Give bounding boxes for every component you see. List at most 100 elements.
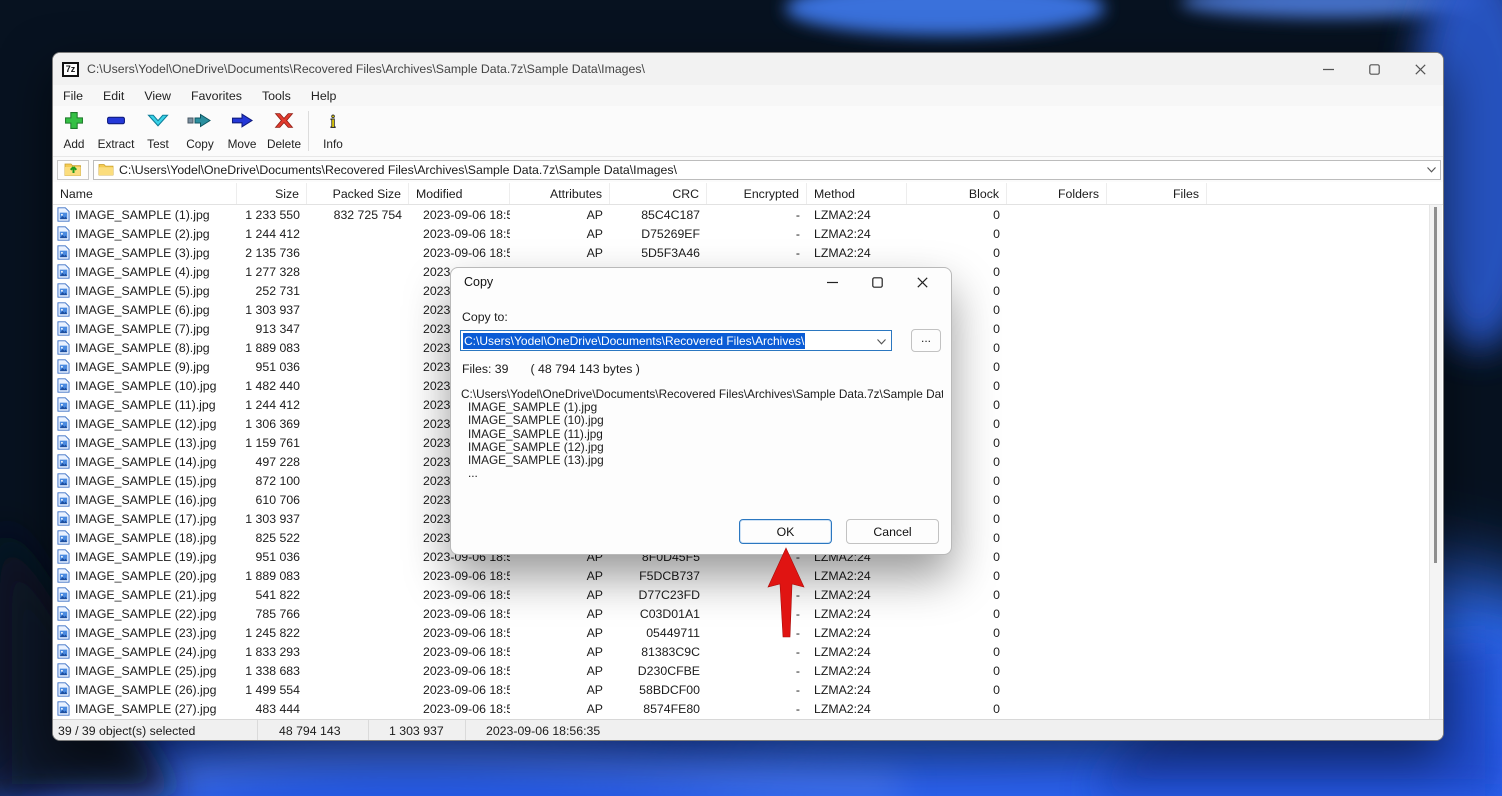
cell-name: IMAGE_SAMPLE (18).jpg bbox=[53, 528, 237, 547]
cell-files bbox=[1107, 319, 1207, 338]
cell-folders bbox=[1007, 471, 1107, 490]
file-row[interactable]: IMAGE_SAMPLE (1).jpg1 233 550832 725 754… bbox=[53, 205, 1431, 224]
dialog-minimize-icon[interactable] bbox=[810, 268, 855, 296]
cell-attr: AP bbox=[510, 661, 610, 680]
move-button[interactable]: Move bbox=[221, 108, 263, 154]
cell-files bbox=[1107, 338, 1207, 357]
red-arrow bbox=[760, 540, 812, 640]
combobox-chevron-icon[interactable] bbox=[877, 332, 886, 350]
address-input[interactable]: C:\Users\Yodel\OneDrive\Documents\Recove… bbox=[93, 160, 1441, 180]
cell-attr: AP bbox=[510, 680, 610, 699]
column-header-crc[interactable]: CRC bbox=[610, 183, 707, 204]
destination-path: C:\Users\Yodel\OneDrive\Documents\Recove… bbox=[463, 333, 805, 349]
menu-favorites[interactable]: Favorites bbox=[181, 87, 252, 105]
cell-packed bbox=[307, 642, 409, 661]
cell-attr: AP bbox=[510, 642, 610, 661]
cell-size: 1 889 083 bbox=[237, 338, 307, 357]
cell-crc: F5DCB737 bbox=[610, 566, 707, 585]
cell-files bbox=[1107, 452, 1207, 471]
cell-size: 1 244 412 bbox=[237, 395, 307, 414]
cell-block: 0 bbox=[907, 604, 1007, 623]
titlebar: 7z C:\Users\Yodel\OneDrive\Documents\Rec… bbox=[53, 53, 1443, 85]
cell-files bbox=[1107, 642, 1207, 661]
cell-files bbox=[1107, 604, 1207, 623]
toolbar-label: Test bbox=[147, 137, 169, 151]
close-icon[interactable] bbox=[1397, 53, 1443, 85]
jpg-file-icon bbox=[57, 606, 70, 621]
column-header-modified[interactable]: Modified bbox=[409, 183, 510, 204]
cancel-button[interactable]: Cancel bbox=[846, 519, 939, 544]
file-row[interactable]: IMAGE_SAMPLE (20).jpg1 889 0832023-09-06… bbox=[53, 566, 1431, 585]
file-row[interactable]: IMAGE_SAMPLE (22).jpg785 7662023-09-06 1… bbox=[53, 604, 1431, 623]
cell-crc: D230CFBE bbox=[610, 661, 707, 680]
test-button[interactable]: Test bbox=[137, 108, 179, 154]
column-header-packed-size[interactable]: Packed Size bbox=[307, 183, 409, 204]
menu-view[interactable]: View bbox=[134, 87, 181, 105]
column-header-block[interactable]: Block bbox=[907, 183, 1007, 204]
cell-method: LZMA2:24 bbox=[807, 243, 907, 262]
menu-help[interactable]: Help bbox=[301, 87, 346, 105]
column-header-encrypted[interactable]: Encrypted bbox=[707, 183, 807, 204]
browse-button[interactable]: ... bbox=[911, 329, 941, 352]
file-row[interactable]: IMAGE_SAMPLE (3).jpg2 135 7362023-09-06 … bbox=[53, 243, 1431, 262]
file-row[interactable]: IMAGE_SAMPLE (27).jpg483 4442023-09-06 1… bbox=[53, 699, 1431, 718]
column-header-folders[interactable]: Folders bbox=[1007, 183, 1107, 204]
menu-edit[interactable]: Edit bbox=[93, 87, 134, 105]
cell-attr: AP bbox=[510, 224, 610, 243]
jpg-file-icon bbox=[57, 568, 70, 583]
file-row[interactable]: IMAGE_SAMPLE (21).jpg541 8222023-09-06 1… bbox=[53, 585, 1431, 604]
destination-combobox[interactable]: C:\Users\Yodel\OneDrive\Documents\Recove… bbox=[460, 330, 892, 351]
menu-bar: FileEditViewFavoritesToolsHelp bbox=[53, 85, 1443, 106]
file-row[interactable]: IMAGE_SAMPLE (2).jpg1 244 4122023-09-06 … bbox=[53, 224, 1431, 243]
jpg-file-icon bbox=[57, 511, 70, 526]
jpg-file-icon bbox=[57, 340, 70, 355]
file-row[interactable]: IMAGE_SAMPLE (25).jpg1 338 6832023-09-06… bbox=[53, 661, 1431, 680]
add-button[interactable]: Add bbox=[53, 108, 95, 154]
copy-list-item: IMAGE_SAMPLE (11).jpg bbox=[461, 428, 943, 441]
minimize-icon[interactable] bbox=[1305, 53, 1351, 85]
cell-block: 0 bbox=[907, 661, 1007, 680]
files-to-copy-list: C:\Users\Yodel\OneDrive\Documents\Recove… bbox=[461, 388, 943, 480]
maximize-icon[interactable] bbox=[1351, 53, 1397, 85]
scrollbar-thumb[interactable] bbox=[1434, 207, 1437, 563]
cell-encrypted: - bbox=[707, 642, 807, 661]
copy-button[interactable]: Copy bbox=[179, 108, 221, 154]
cell-size: 785 766 bbox=[237, 604, 307, 623]
dialog-maximize-icon[interactable] bbox=[855, 268, 900, 296]
dialog-close-icon[interactable] bbox=[900, 268, 945, 296]
cell-block: 0 bbox=[907, 205, 1007, 224]
menu-tools[interactable]: Tools bbox=[252, 87, 301, 105]
move-icon bbox=[229, 111, 255, 135]
cell-encrypted: - bbox=[707, 680, 807, 699]
cell-packed bbox=[307, 281, 409, 300]
cell-size: 1 233 550 bbox=[237, 205, 307, 224]
test-icon bbox=[145, 111, 171, 135]
column-header-name[interactable]: Name bbox=[53, 183, 237, 204]
info-button[interactable]: iInfo bbox=[312, 108, 354, 154]
add-icon bbox=[61, 111, 87, 135]
cell-size: 1 303 937 bbox=[237, 509, 307, 528]
column-header-method[interactable]: Method bbox=[807, 183, 907, 204]
file-row[interactable]: IMAGE_SAMPLE (26).jpg1 499 5542023-09-06… bbox=[53, 680, 1431, 699]
extract-button[interactable]: Extract bbox=[95, 108, 137, 154]
address-dropdown-chevron-icon[interactable] bbox=[1422, 167, 1440, 173]
folder-up-button[interactable] bbox=[57, 160, 89, 180]
column-header-size[interactable]: Size bbox=[237, 183, 307, 204]
cell-size: 1 159 761 bbox=[237, 433, 307, 452]
cell-encrypted: - bbox=[707, 699, 807, 718]
file-row[interactable]: IMAGE_SAMPLE (24).jpg1 833 2932023-09-06… bbox=[53, 642, 1431, 661]
vertical-scrollbar[interactable] bbox=[1429, 205, 1442, 719]
cell-folders bbox=[1007, 528, 1107, 547]
desktop-wallpaper: 7z C:\Users\Yodel\OneDrive\Documents\Rec… bbox=[0, 0, 1502, 796]
cell-files bbox=[1107, 509, 1207, 528]
file-row[interactable]: IMAGE_SAMPLE (23).jpg1 245 8222023-09-06… bbox=[53, 623, 1431, 642]
menu-file[interactable]: File bbox=[53, 87, 93, 105]
cell-modified: 2023-09-06 18:56 bbox=[409, 680, 510, 699]
column-header-files[interactable]: Files bbox=[1107, 183, 1207, 204]
cell-files bbox=[1107, 585, 1207, 604]
cell-encrypted: - bbox=[707, 661, 807, 680]
cell-files bbox=[1107, 243, 1207, 262]
column-header-attributes[interactable]: Attributes bbox=[510, 183, 610, 204]
delete-button[interactable]: Delete bbox=[263, 108, 305, 154]
cell-name: IMAGE_SAMPLE (27).jpg bbox=[53, 699, 237, 718]
